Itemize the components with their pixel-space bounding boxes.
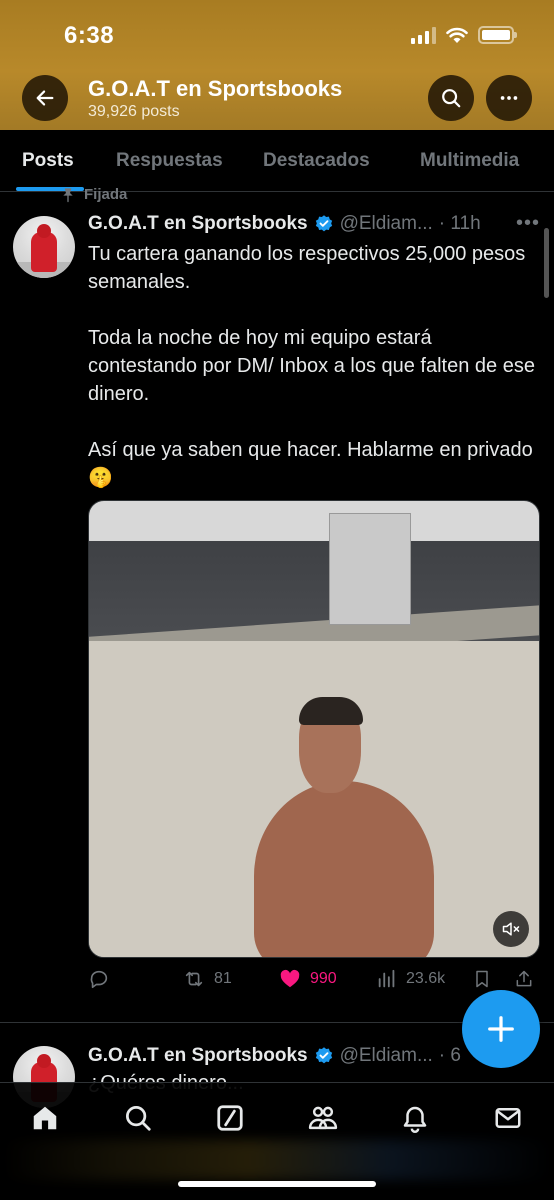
like-button[interactable]: 990 (278, 968, 337, 990)
back-button[interactable] (22, 75, 68, 121)
communities-icon (308, 1106, 338, 1130)
post-count: 39,926 posts (88, 103, 180, 120)
pinned-label: Fijada (60, 186, 127, 203)
pin-icon (63, 187, 73, 202)
share-icon (516, 970, 532, 987)
more-icon (500, 96, 518, 100)
repost-icon (185, 971, 203, 987)
wifi-icon (446, 27, 468, 43)
status-icons (411, 26, 517, 44)
reply-icon (90, 970, 108, 989)
status-bar: 6:38 (0, 0, 554, 72)
mute-icon (502, 922, 520, 936)
tweet-paragraph: Así que ya saben que hacer. Hablarme en … (88, 439, 533, 489)
repost-button[interactable]: 81 (182, 968, 232, 990)
avatar[interactable] (13, 216, 75, 278)
tweet-time: · 6 (438, 1045, 461, 1066)
nav-notifications[interactable] (398, 1101, 432, 1135)
tweet-text: Tu cartera ganando los respectivos 25,00… (88, 240, 538, 492)
pinned-text: Fijada (84, 186, 128, 203)
tab-destacados[interactable]: Destacados (263, 150, 370, 172)
author-name[interactable]: G.O.A.T en Sportsbooks (88, 1045, 308, 1067)
views-icon (378, 969, 395, 988)
more-options-button[interactable] (486, 75, 532, 121)
tweet-header: G.O.A.T en Sportsbooks @Eldiam... · 6 (88, 1045, 461, 1067)
home-indicator (178, 1181, 376, 1187)
bookmark-button[interactable] (472, 968, 492, 990)
tab-multimedia[interactable]: Multimedia (420, 150, 519, 172)
profile-header: 6:38 G.O.A.T en Sportsbooks 39,926 posts (0, 0, 554, 130)
author-handle[interactable]: @Eldiam... (340, 1045, 433, 1067)
plus-icon (488, 1016, 514, 1042)
back-arrow-icon (36, 90, 54, 106)
search-button[interactable] (428, 75, 474, 121)
heart-icon (280, 969, 300, 988)
verified-icon (315, 1047, 332, 1064)
tab-posts[interactable]: Posts (22, 150, 74, 172)
nav-explore[interactable] (121, 1101, 155, 1135)
video-person (254, 697, 434, 957)
grok-icon (217, 1105, 243, 1131)
share-button[interactable] (514, 968, 534, 990)
tweet-time: · 11h (438, 213, 481, 234)
compose-button[interactable] (462, 990, 540, 1068)
profile-title: G.O.A.T en Sportsbooks (88, 76, 343, 101)
notifications-icon (403, 1106, 427, 1133)
tweet-header: G.O.A.T en Sportsbooks @Eldiam... · 11h (88, 213, 481, 235)
scrollbar[interactable] (544, 228, 549, 298)
like-count: 990 (310, 970, 337, 987)
nav-communities[interactable] (306, 1101, 340, 1135)
repost-count: 81 (214, 970, 232, 987)
tweet-paragraph: Tu cartera ganando los respectivos 25,00… (88, 243, 526, 293)
status-time: 6:38 (64, 22, 115, 49)
battery-icon (478, 26, 517, 44)
reply-button[interactable] (88, 968, 110, 990)
background-blur (0, 1140, 554, 1180)
bookmark-icon (476, 970, 488, 988)
profile-tabs: Posts Respuestas Destacados Multimedia (0, 130, 554, 192)
tweet-more-icon[interactable]: ••• (516, 212, 540, 235)
tweet-paragraph: Toda la noche de hoy mi equipo estará co… (88, 327, 535, 405)
search-icon (442, 89, 461, 108)
messages-icon (495, 1108, 521, 1128)
verified-icon (315, 215, 332, 232)
author-handle[interactable]: @Eldiam... (340, 213, 433, 235)
cellular-signal-icon (411, 26, 436, 44)
home-icon (33, 1106, 57, 1130)
nav-home[interactable] (28, 1101, 62, 1135)
nav-grok[interactable] (213, 1101, 247, 1135)
mute-button[interactable] (493, 911, 529, 947)
nav-messages[interactable] (491, 1101, 525, 1135)
tweet-actions: 81 990 23.6k (88, 968, 544, 998)
search-icon (126, 1106, 151, 1131)
views-button[interactable]: 23.6k (376, 968, 445, 990)
view-count: 23.6k (406, 970, 446, 987)
author-name[interactable]: G.O.A.T en Sportsbooks (88, 213, 308, 235)
tweet-video[interactable] (88, 500, 540, 958)
tab-respuestas[interactable]: Respuestas (116, 150, 223, 172)
